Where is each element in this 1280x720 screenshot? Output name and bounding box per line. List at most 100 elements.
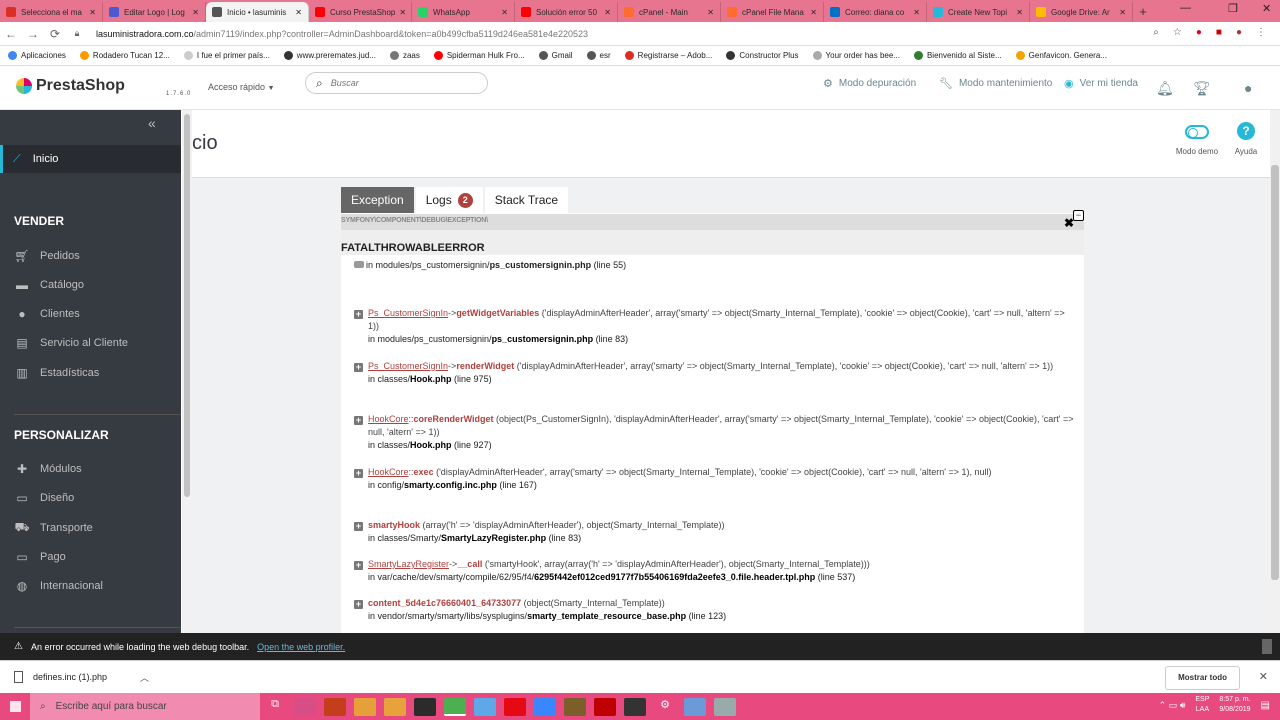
- expand-icon[interactable]: +: [354, 600, 363, 609]
- bookmark[interactable]: zaas: [389, 51, 420, 60]
- prestashop-logo[interactable]: PrestaShop: [16, 77, 125, 95]
- close-downloads-icon[interactable]: ✕: [1259, 670, 1268, 683]
- language-indicator[interactable]: ESP LAA: [1195, 695, 1209, 715]
- sidebar-item-internacional[interactable]: ◍ Internacional: [13, 579, 103, 593]
- browser-tab[interactable]: Editar Logo | Log ✕: [103, 2, 206, 22]
- star-icon[interactable]: ☆: [1173, 27, 1182, 38]
- expand-icon[interactable]: +: [354, 469, 363, 478]
- app-icon[interactable]: [294, 697, 316, 716]
- bookmark[interactable]: Constructor Plus: [726, 51, 799, 60]
- close-tab-icon[interactable]: ✕: [497, 8, 508, 17]
- new-tab-button[interactable]: +: [1133, 2, 1153, 22]
- browser-tab[interactable]: Google Drive: Ar ✕: [1030, 2, 1133, 22]
- sidebar-scrollbar-thumb[interactable]: [184, 114, 190, 497]
- download-item[interactable]: defines.inc (1).php ︿: [14, 671, 149, 684]
- zoom-icon[interactable]: ⌕: [1153, 27, 1159, 38]
- sidebar-item-catalogo[interactable]: ▬ Catálogo: [13, 278, 84, 292]
- bookmark[interactable]: Spiderman Hulk Fro...: [433, 51, 525, 60]
- reload-icon[interactable]: ⟳: [44, 27, 66, 41]
- sidebar-scrollbar[interactable]: [182, 110, 192, 633]
- close-tab-icon[interactable]: ✕: [1115, 8, 1126, 17]
- sublime-icon[interactable]: [624, 697, 646, 716]
- minimize-window-button[interactable]: —: [1180, 2, 1191, 14]
- tab-logs[interactable]: Logs 2: [415, 187, 483, 213]
- sidebar-item-clientes[interactable]: ● Clientes: [13, 307, 79, 321]
- maintenance-mode-link[interactable]: 🔧︎ Modo mantenimiento: [939, 77, 1052, 90]
- content-scrollbar[interactable]: [1270, 110, 1280, 633]
- close-tab-icon[interactable]: ✕: [703, 8, 714, 17]
- sidebar-item-estadisticas[interactable]: ▥ Estadísticas: [13, 366, 99, 380]
- sidebar-item-pedidos[interactable]: 🛒︎ Pedidos: [13, 249, 79, 263]
- close-tab-icon[interactable]: ✕: [188, 8, 199, 17]
- maximize-window-button[interactable]: ❐: [1228, 2, 1238, 15]
- back-icon[interactable]: ←: [0, 27, 22, 41]
- settings-icon[interactable]: ⚙: [654, 698, 676, 716]
- bookmark[interactable]: esr: [586, 51, 611, 60]
- tab-exception[interactable]: Exception: [341, 187, 414, 213]
- app-icon[interactable]: [414, 697, 436, 716]
- tray-icons[interactable]: ⌃ ▭ 🔊︎: [1159, 700, 1186, 711]
- sidebar-item-diseno[interactable]: ▭ Diseño: [13, 491, 74, 505]
- sidebar-item-modulos[interactable]: ✚ Módulos: [13, 462, 82, 476]
- browser-tab[interactable]: cPanel File Mana ✕: [721, 2, 824, 22]
- bookmark[interactable]: Rodadero Tucan 12...: [79, 51, 170, 60]
- close-tab-icon[interactable]: ✕: [909, 8, 920, 17]
- close-tab-icon[interactable]: ✕: [600, 8, 611, 17]
- browser-tab[interactable]: Create New Topi ✕: [927, 2, 1030, 22]
- netflix-icon[interactable]: [504, 697, 526, 716]
- task-view-icon[interactable]: ⧉: [264, 698, 286, 716]
- user-icon[interactable]: ●: [1244, 80, 1252, 96]
- app-icon[interactable]: [564, 697, 586, 716]
- app-icon[interactable]: [384, 697, 406, 716]
- app-icon[interactable]: [714, 697, 736, 716]
- browser-tab[interactable]: Solución error 50 ✕: [515, 2, 618, 22]
- browser-tab[interactable]: Curso PrestaShop ✕: [309, 2, 412, 22]
- expand-icon[interactable]: +: [354, 561, 363, 570]
- open-profiler-link[interactable]: Open the web profiler.: [257, 642, 345, 652]
- close-tab-icon[interactable]: ✕: [291, 8, 302, 17]
- help-button[interactable]: ? Ayuda: [1224, 122, 1268, 156]
- clock[interactable]: 8:57 p. m. 9/08/2019: [1219, 695, 1250, 715]
- bookmark[interactable]: Genfavicon. Genera...: [1015, 51, 1107, 60]
- browser-tab[interactable]: Correo: diana co ✕: [824, 2, 927, 22]
- notifications-icon[interactable]: ▤: [1261, 700, 1270, 711]
- filezilla-icon[interactable]: [594, 697, 616, 716]
- sidebar-item-servicio[interactable]: ▤ Servicio al Cliente: [13, 336, 128, 350]
- lock-icon[interactable]: 🔒︎: [66, 28, 88, 39]
- app-icon[interactable]: [354, 697, 376, 716]
- browser-tab[interactable]: Inicio • lasuminis ✕: [206, 2, 309, 22]
- expand-icon[interactable]: +: [354, 363, 363, 372]
- expand-icon[interactable]: +: [354, 310, 363, 319]
- bookmark[interactable]: Registrarse – Adob...: [624, 51, 712, 60]
- demo-mode-toggle[interactable]: Modo demo: [1175, 122, 1219, 156]
- chrome-icon[interactable]: [444, 697, 466, 716]
- sidebar-item-transporte[interactable]: ⛟ Transporte: [13, 520, 92, 536]
- extension-icon[interactable]: ■: [1216, 27, 1222, 38]
- close-tab-icon[interactable]: ✕: [1012, 8, 1023, 17]
- app-icon[interactable]: [534, 697, 556, 716]
- pinterest-icon[interactable]: ●: [1196, 27, 1202, 38]
- powerpoint-icon[interactable]: [324, 697, 346, 716]
- forward-icon[interactable]: →: [22, 27, 44, 41]
- start-button[interactable]: [0, 693, 30, 720]
- collapse-sidebar-icon[interactable]: «: [148, 115, 156, 131]
- bookmark[interactable]: Aplicaciones: [8, 51, 66, 60]
- onedrive-icon[interactable]: [474, 697, 496, 716]
- tab-stack-trace[interactable]: Stack Trace: [484, 187, 569, 213]
- browser-tab[interactable]: Selecciona el ma ✕: [0, 2, 103, 22]
- bookmark[interactable]: I fue el primer país...: [183, 51, 270, 60]
- search-box[interactable]: ⌕: [305, 72, 488, 94]
- debug-mode-link[interactable]: ⚙ Modo depuración: [823, 77, 916, 90]
- toolbar-toggle[interactable]: [1262, 639, 1272, 654]
- taskbar-search[interactable]: ⌕ Escribe aquí para buscar: [30, 693, 260, 720]
- bookmark[interactable]: Gmail: [538, 51, 573, 60]
- sidebar-item-inicio[interactable]: ⟋ Inicio: [0, 145, 181, 173]
- browser-tab[interactable]: cPanel - Main ✕: [618, 2, 721, 22]
- show-all-button[interactable]: Mostrar todo: [1165, 666, 1240, 690]
- expand-icon[interactable]: +: [354, 522, 363, 531]
- close-tab-icon[interactable]: ✕: [806, 8, 817, 17]
- view-shop-link[interactable]: ◉ Ver mi tienda: [1064, 77, 1138, 90]
- url-field[interactable]: lasuministradora.com.co/admin7119/index.…: [96, 29, 588, 39]
- sidebar-item-pago[interactable]: ▭ Pago: [13, 550, 65, 564]
- expand-icon[interactable]: +: [354, 416, 363, 425]
